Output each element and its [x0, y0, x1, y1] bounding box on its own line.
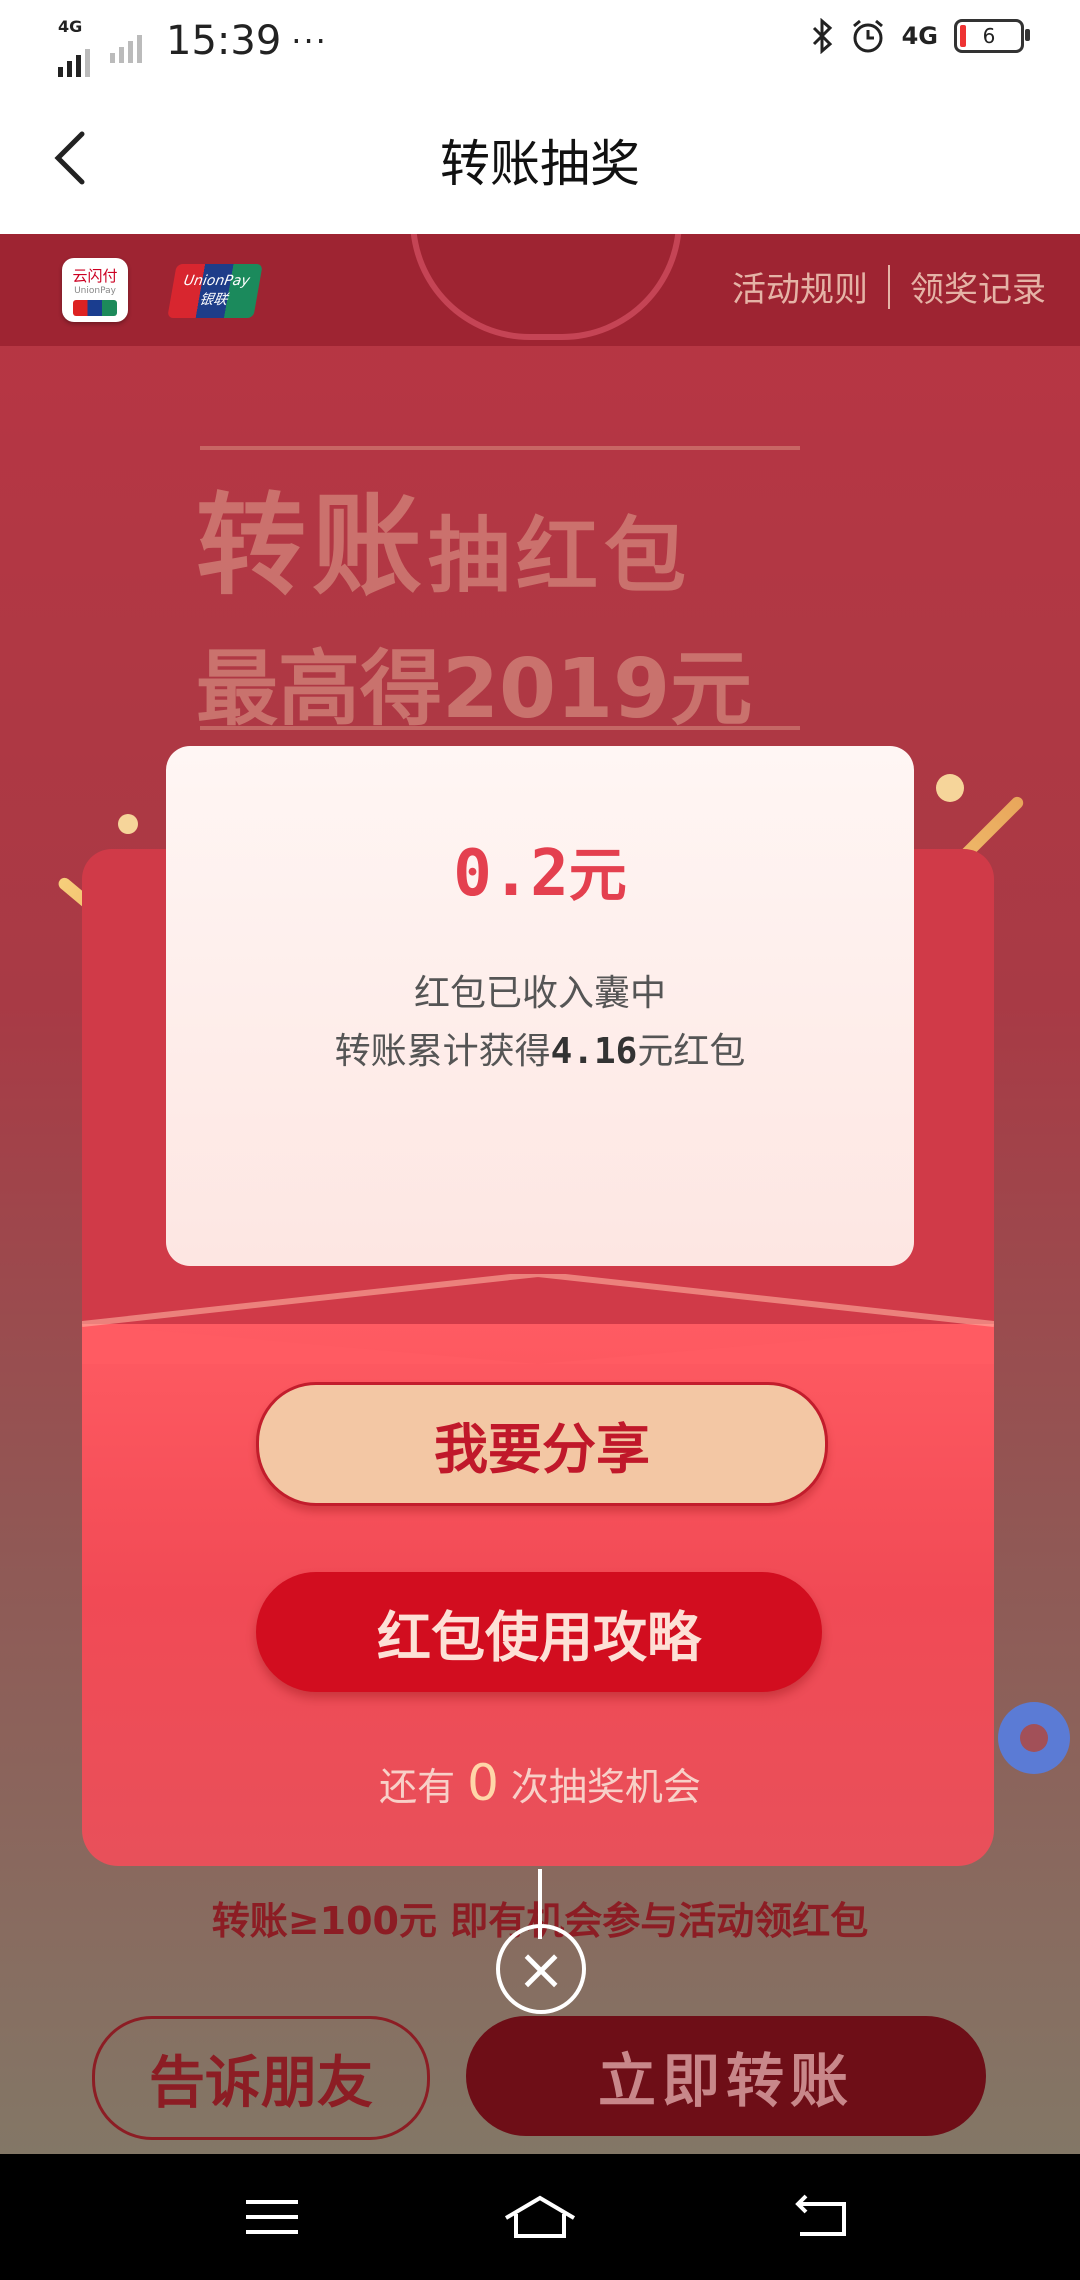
close-popup-button[interactable]: ×: [496, 1924, 586, 2014]
title-bar: 转账抽奖: [0, 86, 1080, 234]
cloud-quickpass-logo: 云闪付 UnionPay: [62, 258, 128, 322]
bluetooth-icon: [812, 18, 832, 54]
network-type-label: 4G: [58, 17, 83, 36]
cumulative-message: 转账累计获得4.16元红包: [166, 1022, 914, 1074]
hero-line-bottom: [200, 726, 800, 730]
remaining-chances: 还有 0 次抽奖机会: [0, 1754, 1080, 1812]
received-message: 红包已收入囊中: [413, 973, 666, 1014]
tell-friends-button[interactable]: 告诉朋友: [92, 2016, 430, 2140]
logo1-subtext: UnionPay: [74, 285, 116, 296]
cumulative-suffix: 元红包: [637, 1031, 746, 1072]
signal-strength-sim2-icon: [110, 33, 142, 63]
chance-prefix: 还有: [379, 1765, 456, 1809]
network-type-right: 4G: [901, 22, 938, 50]
system-navigation-bar: [0, 2154, 1080, 2280]
activity-rules-link[interactable]: 活动规则: [732, 262, 868, 311]
prize-amount-unit: 元: [568, 841, 627, 909]
more-notifications-icon: ···: [291, 22, 328, 60]
activity-page: 云闪付 UnionPay UnionPay 银联 活动规则 领奖记录 转账抽红包…: [0, 234, 1080, 2154]
envelope-flap: [82, 1274, 994, 1364]
prize-amount: 0.2元: [166, 828, 914, 912]
red-packet-guide-button[interactable]: 红包使用攻略: [256, 1572, 822, 1692]
back-nav-icon[interactable]: [792, 2192, 852, 2242]
menu-icon[interactable]: [242, 2192, 302, 2242]
decorative-dot: [936, 774, 964, 802]
logo1-text: 云闪付: [72, 266, 118, 285]
cumulative-amount: 4.16: [550, 1031, 638, 1072]
floating-assistant-button[interactable]: [998, 1702, 1070, 1774]
result-card: 0.2元 红包已收入囊中 转账累计获得4.16元红包: [166, 746, 914, 1266]
transfer-now-button[interactable]: 立即转账: [466, 2016, 986, 2136]
links-divider: [888, 264, 890, 309]
battery-icon: 6: [954, 19, 1030, 53]
decorative-dot: [118, 814, 138, 834]
alarm-icon: [852, 19, 883, 53]
logo2-subtext: 银联: [198, 292, 229, 308]
status-bar: 4G 15:39 ··· 4G 6: [0, 0, 1080, 86]
share-button[interactable]: 我要分享: [256, 1382, 828, 1506]
page-title: 转账抽奖: [440, 135, 640, 193]
chance-count: 0: [467, 1754, 499, 1812]
home-icon[interactable]: [500, 2192, 580, 2242]
unionpay-logo: UnionPay 银联: [167, 264, 263, 318]
battery-level: 6: [982, 24, 996, 48]
close-icon: ×: [516, 1935, 566, 2003]
chance-suffix: 次抽奖机会: [510, 1765, 701, 1809]
status-right: 4G 6: [812, 18, 1030, 54]
headline-line2: 最高得2019元: [196, 642, 753, 737]
status-left: 4G 15:39 ···: [58, 17, 328, 77]
top-links: 活动规则 领奖记录: [732, 262, 1046, 311]
prize-records-link[interactable]: 领奖记录: [910, 262, 1046, 311]
logo2-text: UnionPay: [182, 273, 252, 289]
signal-strength-icon: 4G: [58, 17, 92, 77]
clock: 15:39: [166, 18, 282, 64]
hero-line-top: [200, 446, 800, 450]
headline-big: 转账: [196, 482, 428, 610]
cumulative-prefix: 转账累计获得: [334, 1031, 551, 1072]
prize-amount-value: 0.2: [453, 837, 569, 911]
hero-headline: 转账抽红包 最高得2019元: [196, 456, 752, 741]
headline-small: 抽红包: [428, 509, 693, 604]
